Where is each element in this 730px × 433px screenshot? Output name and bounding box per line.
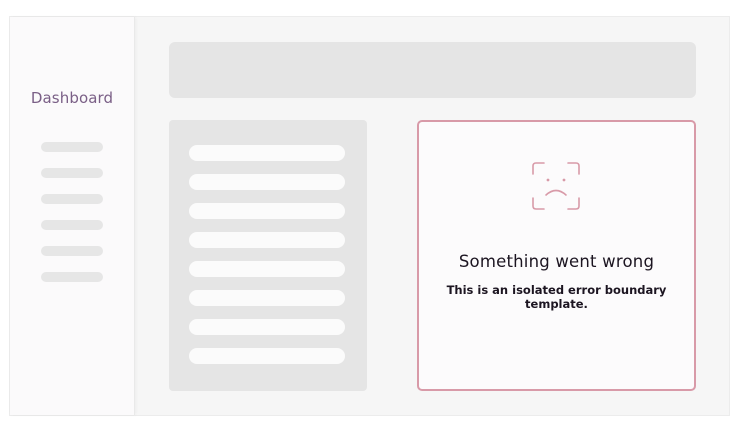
list-skeleton-row bbox=[189, 261, 345, 277]
list-skeleton-row bbox=[189, 145, 345, 161]
sidebar: Dashboard bbox=[10, 17, 135, 415]
sidebar-skeleton-item bbox=[41, 194, 103, 204]
list-skeleton-row bbox=[189, 174, 345, 190]
list-skeleton-panel bbox=[169, 120, 367, 391]
sidebar-skeleton-item bbox=[41, 272, 103, 282]
list-skeleton-row bbox=[189, 290, 345, 306]
error-message: This is an isolated error boundary templ… bbox=[446, 283, 667, 311]
sidebar-title: Dashboard bbox=[30, 89, 114, 107]
sad-face-icon bbox=[532, 162, 580, 210]
sidebar-skeleton-item bbox=[41, 246, 103, 256]
header-skeleton bbox=[169, 42, 696, 98]
list-skeleton-row bbox=[189, 203, 345, 219]
sidebar-skeleton-item bbox=[41, 168, 103, 178]
error-boundary-card: Something went wrong This is an isolated… bbox=[417, 120, 696, 391]
list-skeleton-row bbox=[189, 348, 345, 364]
list-skeleton-row bbox=[189, 319, 345, 335]
sidebar-skeleton-item bbox=[41, 220, 103, 230]
sidebar-skeleton-item bbox=[41, 142, 103, 152]
error-title: Something went wrong bbox=[458, 252, 655, 271]
app-window: Dashboard Something went wrong This is a… bbox=[9, 16, 730, 416]
list-skeleton-row bbox=[189, 232, 345, 248]
